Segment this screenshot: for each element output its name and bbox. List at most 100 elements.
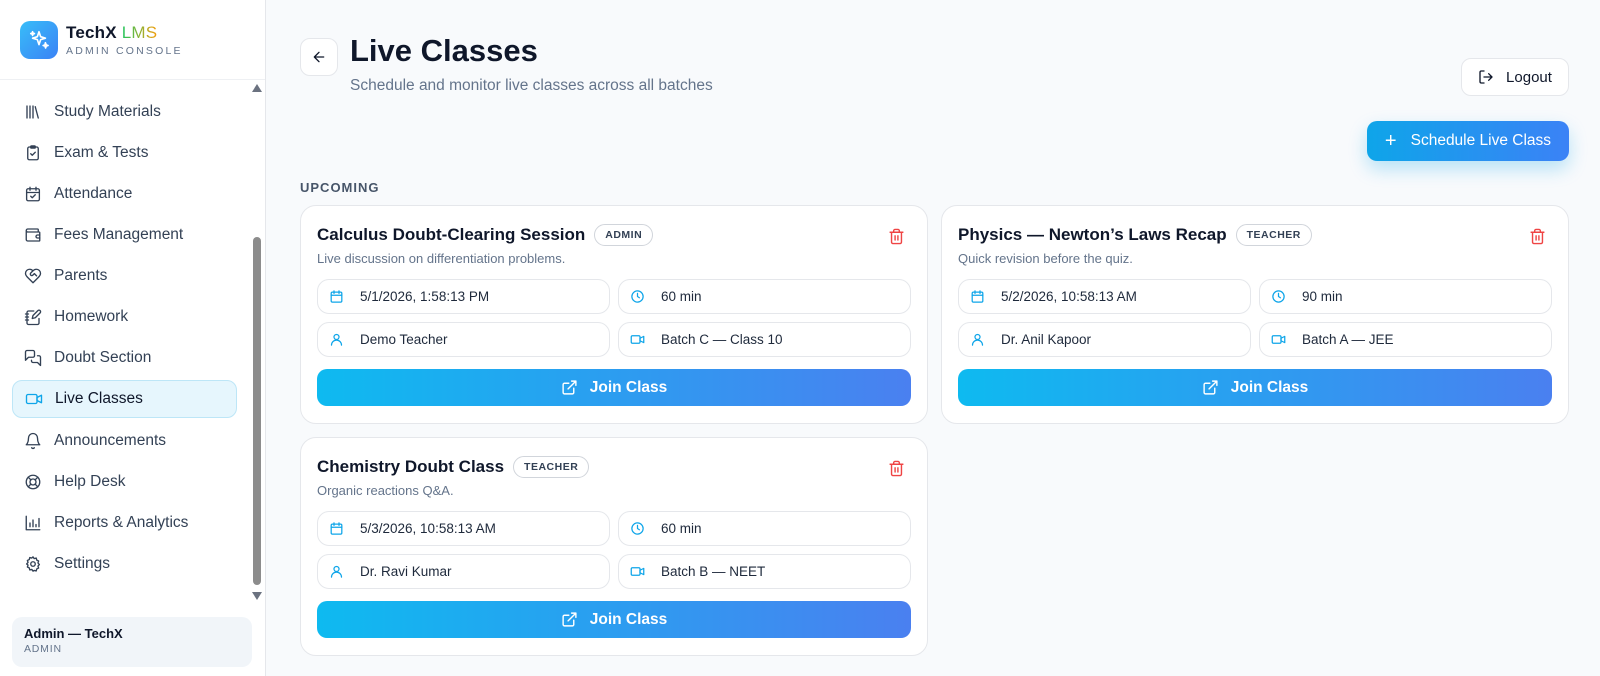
join-class-label: Join Class [1230,378,1309,396]
lifebuoy-icon [24,473,42,491]
sidebar-item-homework[interactable]: Homework [12,298,237,336]
class-card: Calculus Doubt-Clearing Session ADMIN Li… [300,205,928,424]
class-datetime: 5/2/2026, 10:58:13 AM [1001,289,1137,304]
video-icon [629,332,645,348]
class-datetime: 5/3/2026, 10:58:13 AM [360,521,496,536]
scrollbar-thumb[interactable] [253,237,261,585]
wallet-icon [24,226,42,244]
sidebar-item-label: Attendance [54,185,133,202]
sidebar-item-parents[interactable]: Parents [12,257,237,295]
join-class-label: Join Class [589,378,668,396]
section-label-upcoming: UPCOMING [300,180,380,195]
calendar-icon [328,521,344,537]
scroll-down-arrow-icon[interactable] [252,592,262,600]
logout-button[interactable]: Logout [1461,58,1569,96]
brand-name: TechX LMS [66,22,158,42]
datetime-pill: 5/3/2026, 10:58:13 AM [317,511,610,546]
sidebar-item-exam-tests[interactable]: Exam & Tests [12,134,237,172]
sidebar-item-label: Study Materials [54,103,161,120]
class-duration: 60 min [661,289,702,304]
heart-handshake-icon [24,267,42,285]
user-icon [969,332,985,348]
sidebar-item-settings[interactable]: Settings [12,545,237,583]
class-card: Chemistry Doubt Class TEACHER Organic re… [300,437,928,656]
sidebar-item-label: Live Classes [55,390,143,407]
sidebar-item-label: Doubt Section [54,349,152,366]
sidebar-item-label: Help Desk [54,473,126,490]
class-card: Physics — Newton’s Laws Recap TEACHER Qu… [941,205,1569,424]
sidebar-item-attendance[interactable]: Attendance [12,175,237,213]
video-icon [25,390,43,408]
join-class-button[interactable]: Join Class [317,601,911,638]
gear-icon [24,555,42,573]
bar-chart-icon [24,514,42,532]
sidebar-scrollbar[interactable] [252,80,262,604]
join-class-button[interactable]: Join Class [317,369,911,406]
brand[interactable]: TechX LMS ADMIN CONSOLE [0,0,265,80]
clock-icon [629,289,645,305]
calendar-icon [969,289,985,305]
join-class-label: Join Class [589,610,668,628]
clipboard-check-icon [24,144,42,162]
notebook-pen-icon [24,308,42,326]
calendar-icon [328,289,344,305]
page-title: Live Classes [350,33,538,68]
schedule-label: Schedule Live Class [1410,132,1552,149]
bell-icon [24,432,42,450]
scroll-up-arrow-icon[interactable] [252,84,262,92]
logout-icon [1478,69,1494,85]
external-link-icon [561,379,578,396]
sidebar-item-reports-analytics[interactable]: Reports & Analytics [12,504,237,542]
class-teacher: Demo Teacher [360,332,448,347]
external-link-icon [1202,379,1219,396]
class-datetime: 5/1/2026, 1:58:13 PM [360,289,490,304]
class-description: Live discussion on differentiation probl… [317,251,566,266]
sidebar: TechX LMS ADMIN CONSOLE Study Materials … [0,0,266,676]
delete-trash-icon[interactable] [1529,228,1546,245]
batch-pill: Batch B — NEET [618,554,911,589]
user-role: ADMIN [24,643,62,655]
teacher-pill: Dr. Ravi Kumar [317,554,610,589]
user-name: Admin — TechX [24,626,123,641]
schedule-live-class-button[interactable]: + Schedule Live Class [1367,121,1569,161]
sidebar-item-study-materials[interactable]: Study Materials [12,93,237,131]
duration-pill: 60 min [618,279,911,314]
external-link-icon [561,611,578,628]
messages-icon [24,349,42,367]
class-batch: Batch C — Class 10 [661,332,783,347]
class-duration: 90 min [1302,289,1343,304]
delete-trash-icon[interactable] [888,460,905,477]
class-teacher: Dr. Ravi Kumar [360,564,452,579]
delete-trash-icon[interactable] [888,228,905,245]
duration-pill: 90 min [1259,279,1552,314]
batch-pill: Batch C — Class 10 [618,322,911,357]
sidebar-item-live-classes[interactable]: Live Classes [12,380,237,418]
sidebar-item-help-desk[interactable]: Help Desk [12,463,237,501]
user-icon [328,332,344,348]
sparkle-logo-icon [20,20,58,59]
class-batch: Batch B — NEET [661,564,766,579]
sidebar-item-label: Settings [54,555,111,572]
calendar-check-icon [24,185,42,203]
video-icon [1270,332,1286,348]
class-title: Chemistry Doubt Class [317,457,505,476]
class-teacher: Dr. Anil Kapoor [1001,332,1092,347]
clock-icon [1270,289,1286,305]
duration-pill: 60 min [618,511,911,546]
join-class-button[interactable]: Join Class [958,369,1552,406]
role-badge: ADMIN [594,224,654,246]
plus-icon: + [1384,130,1397,152]
video-icon [629,564,645,580]
class-title: Physics — Newton’s Laws Recap [958,225,1227,244]
library-icon [24,103,42,121]
sidebar-item-fees-management[interactable]: Fees Management [12,216,237,254]
back-button[interactable] [300,38,338,76]
sidebar-item-announcements[interactable]: Announcements [12,422,237,460]
sidebar-item-label: Reports & Analytics [54,514,189,531]
datetime-pill: 5/2/2026, 10:58:13 AM [958,279,1251,314]
sidebar-item-doubt-section[interactable]: Doubt Section [12,339,237,377]
user-profile[interactable]: Admin — TechX ADMIN [12,617,252,667]
role-badge: TEACHER [513,456,590,478]
logout-label: Logout [1506,68,1552,86]
class-description: Quick revision before the quiz. [958,251,1133,266]
